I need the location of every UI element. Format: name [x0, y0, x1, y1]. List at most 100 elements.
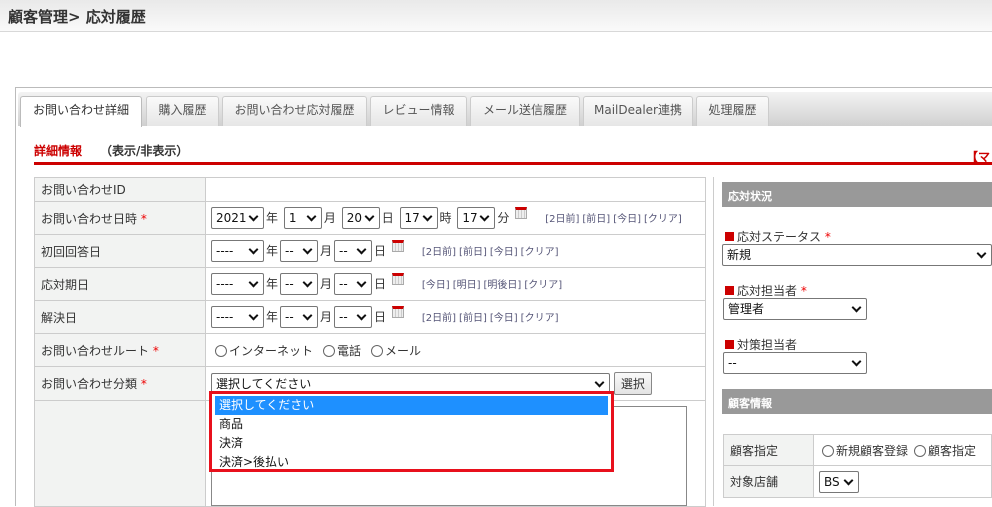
hour-select[interactable]: 17 — [399, 207, 438, 229]
link-clear[interactable]: [クリア] — [644, 214, 682, 225]
year-select[interactable]: ---- — [211, 240, 264, 262]
tab-purchase-history[interactable]: 購入履歴 — [146, 96, 219, 126]
year-select[interactable]: 2021 — [211, 207, 264, 229]
dropdown-option[interactable]: 決済 — [215, 434, 608, 453]
required-mark: * — [824, 230, 831, 244]
unit: 分 — [497, 210, 510, 225]
calendar-icon[interactable] — [392, 240, 405, 252]
required-mark: * — [800, 284, 807, 298]
radio-label: 新規顧客登録 — [836, 443, 909, 458]
unit: 日 — [381, 210, 394, 225]
day-select[interactable]: 20 — [341, 207, 380, 229]
link-2-days-ago[interactable]: [2日前] — [545, 214, 579, 225]
link-yesterday[interactable]: [前日] — [459, 247, 487, 258]
radio-specify-customer[interactable] — [914, 445, 927, 457]
unit: 月 — [320, 276, 333, 291]
tab-inquiry-detail[interactable]: お問い合わせ詳細 — [20, 96, 142, 127]
tab-inquiry-response-history[interactable]: お問い合わせ応対履歴 — [222, 96, 367, 126]
store-select[interactable]: BS — [819, 470, 859, 493]
required-mark: * — [152, 343, 159, 358]
link-clear[interactable]: [クリア] — [524, 280, 562, 291]
unit: 時 — [439, 210, 452, 225]
link-2-days-ago[interactable]: [2日前] — [422, 313, 456, 324]
radio-phone[interactable] — [323, 345, 336, 357]
link-today[interactable]: [今日] — [490, 247, 518, 258]
link-yesterday[interactable]: [前日] — [459, 313, 487, 324]
label-text: お問い合わせルート — [41, 343, 150, 358]
label-text: 対策担当者 — [737, 338, 798, 352]
unit: 年 — [266, 309, 279, 324]
unit: 年 — [266, 210, 279, 225]
required-mark: * — [140, 211, 147, 226]
assignee-select[interactable]: 管理者 — [723, 298, 867, 320]
label-text: 応対ステータス — [737, 230, 822, 244]
day-select[interactable]: -- — [334, 273, 373, 295]
empty-label — [34, 400, 206, 507]
calendar-icon[interactable] — [392, 306, 405, 318]
month-select[interactable]: 1 — [283, 207, 322, 229]
section-title: 詳細情報 — [34, 144, 83, 158]
section-divider — [34, 162, 992, 165]
measure-assignee-select[interactable]: -- — [723, 352, 867, 374]
customer-table: 顧客指定 新規顧客登録 顧客指定 対象店舗 BS — [723, 434, 992, 498]
link-today[interactable]: [今日] — [490, 313, 518, 324]
customer-spec-label: 顧客指定 — [723, 434, 814, 466]
required-mark: * — [140, 377, 147, 391]
inquiry-route-label: お問い合わせルート * — [34, 333, 206, 367]
link-today[interactable]: [今日] — [613, 214, 641, 225]
radio-label: 電話 — [337, 343, 362, 358]
resolved-date-label: 解決日 — [34, 300, 206, 334]
dropdown-option[interactable]: 決済>後払い — [215, 453, 608, 472]
link-today[interactable]: [今日] — [422, 280, 450, 291]
unit: 日 — [374, 276, 387, 291]
unit: 日 — [374, 309, 387, 324]
radio-new-customer[interactable] — [822, 445, 834, 457]
inquiry-id-label: お問い合わせID — [34, 177, 206, 202]
calendar-icon[interactable] — [515, 207, 528, 219]
month-select[interactable]: -- — [280, 306, 319, 328]
category-dropdown-list: 選択してください 商品 決済 決済>後払い — [209, 391, 614, 472]
link-2-days-ago[interactable]: [2日前] — [422, 247, 456, 258]
year-select[interactable]: ---- — [211, 273, 264, 295]
link-clear[interactable]: [クリア] — [521, 313, 559, 324]
day-select[interactable]: -- — [334, 240, 373, 262]
toggle-visibility-link[interactable]: （表示/非表示） — [100, 142, 188, 159]
page-title: 顧客管理> 応対履歴 — [8, 8, 146, 26]
radio-label: メール — [385, 343, 422, 358]
minute-select[interactable]: 17 — [457, 207, 496, 229]
link-day-after-tomorrow[interactable]: [明後日] — [484, 280, 522, 291]
inquiry-category-label: お問い合わせ分類 * — [34, 366, 206, 401]
measure-assignee-label: 対策担当者 — [725, 336, 797, 353]
month-select[interactable]: -- — [280, 273, 319, 295]
label-text: 応対担当者 — [737, 284, 798, 298]
inquiry-id-value — [205, 177, 706, 202]
link-clear[interactable]: [クリア] — [521, 247, 559, 258]
month-select[interactable]: -- — [280, 240, 319, 262]
day-select[interactable]: -- — [334, 306, 373, 328]
unit: 月 — [320, 309, 333, 324]
unit: 月 — [320, 243, 333, 258]
unit: 月 — [323, 210, 336, 225]
year-select[interactable]: ---- — [211, 306, 264, 328]
select-button[interactable]: 選択 — [613, 372, 652, 395]
radio-label: 顧客指定 — [928, 443, 977, 458]
status-label: 応対ステータス * — [725, 228, 831, 245]
status-select[interactable]: 新規 — [722, 244, 992, 266]
dropdown-option[interactable]: 選択してください — [215, 396, 608, 415]
dropdown-option[interactable]: 商品 — [215, 415, 608, 434]
radio-label: インターネット — [229, 343, 314, 358]
tab-mail-history[interactable]: メール送信履歴 — [470, 96, 580, 126]
label-text: お問い合わせ日時 — [41, 211, 138, 226]
unit: 年 — [266, 243, 279, 258]
link-tomorrow[interactable]: [明日] — [453, 280, 481, 291]
inquiry-datetime-label: お問い合わせ日時 * — [34, 201, 206, 235]
tab-review-info[interactable]: レビュー情報 — [370, 96, 467, 126]
link-yesterday[interactable]: [前日] — [582, 214, 610, 225]
radio-mail[interactable] — [371, 345, 384, 357]
tab-process-history[interactable]: 処理履歴 — [696, 96, 769, 126]
radio-internet[interactable] — [215, 345, 227, 357]
calendar-icon[interactable] — [392, 273, 405, 285]
tab-maildealer[interactable]: MailDealer連携 — [583, 96, 693, 126]
unit: 年 — [266, 276, 279, 291]
unit: 日 — [374, 243, 387, 258]
